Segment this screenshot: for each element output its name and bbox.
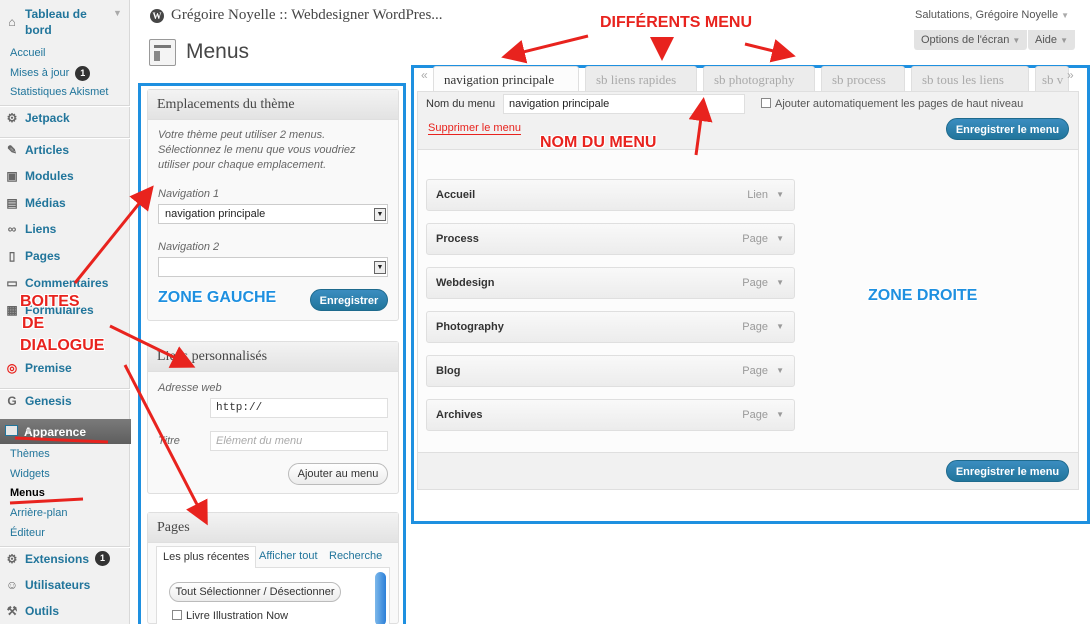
annotation-arrows — [9, 34, 796, 526]
annotation-dialog-1: BOITES — [20, 293, 80, 310]
arrow-to-tabs-left — [501, 34, 589, 64]
menus-underline — [9, 497, 84, 505]
annotation-different-menus: DIFFÉRENTS MENU — [600, 14, 752, 31]
annotation-menu-name: NOM DU MENU — [540, 134, 657, 151]
annotation-dialog-3: DIALOGUE — [20, 337, 105, 354]
annotation-dialog-2: DE — [22, 315, 45, 332]
arrow-to-tabs-right — [744, 39, 796, 63]
arrow-to-theme-locations — [73, 185, 154, 284]
arrow-to-menu-name — [688, 97, 713, 156]
annotation-zone-left: ZONE GAUCHE — [158, 289, 277, 306]
arrow-to-custom-links — [109, 324, 196, 368]
appearance-underline — [14, 436, 109, 444]
annotation-zone-right: ZONE DROITE — [868, 287, 978, 304]
arrow-to-pages-box — [123, 364, 208, 526]
